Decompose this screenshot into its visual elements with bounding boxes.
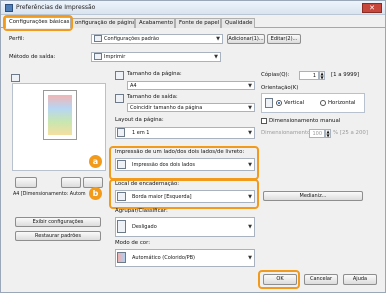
- badge-a: a: [89, 155, 102, 168]
- chevron-down-icon: ▼: [248, 255, 252, 261]
- close-button[interactable]: ✕: [362, 3, 382, 13]
- portrait-radio[interactable]: [276, 100, 282, 106]
- copies-range: [1 a 9999]: [331, 72, 360, 78]
- landscape-radio[interactable]: [320, 100, 326, 106]
- page-size-dropdown[interactable]: A4 ▼: [127, 81, 255, 90]
- copies-label: Cópias(Q):: [261, 72, 290, 78]
- preview-button-1[interactable]: [15, 177, 37, 188]
- print-preferences-window: Preferências de Impressão ✕ Configuraçõe…: [0, 0, 386, 293]
- scaling-stepper[interactable]: ▲ ▼: [325, 129, 331, 138]
- tab-finishing[interactable]: Acabamento: [135, 18, 175, 28]
- page-layout-label: Layout da página:: [115, 117, 164, 123]
- page-size-icon: [115, 71, 124, 80]
- output-method-label: Método de saída:: [9, 54, 56, 60]
- output-method-value: Imprimir: [104, 54, 126, 60]
- orientation-group: Vertical Horizontal: [261, 93, 365, 113]
- profile-dropdown[interactable]: Configurações padrão ▼: [91, 34, 223, 44]
- title-bar: Preferências de Impressão ✕: [1, 1, 385, 15]
- chevron-down-icon: ▼: [248, 224, 252, 230]
- scaling-label: Dimensionamento:: [261, 130, 313, 136]
- color-mode-dropdown[interactable]: Automático (Colorido/PB) ▼: [115, 249, 255, 267]
- landscape-label: Horizontal: [328, 100, 356, 106]
- duplex-icon: [117, 160, 126, 169]
- ok-button[interactable]: OK: [263, 274, 297, 285]
- manual-scaling-label: Dimensionamento manual: [269, 118, 341, 124]
- color-mode-icon: [117, 252, 126, 263]
- output-size-icon: [115, 94, 124, 103]
- preview-content: [48, 95, 72, 135]
- chevron-down-icon: ▼: [248, 162, 252, 168]
- badge-b: b: [89, 187, 102, 200]
- profile-icon: [94, 35, 102, 42]
- add-profile-button[interactable]: Adicionar(1)...: [227, 34, 265, 44]
- chevron-down-icon: ▼: [216, 36, 220, 42]
- page-layout-value: 1 em 1: [132, 130, 150, 136]
- profile-label: Perfil:: [9, 36, 25, 42]
- output-size-dropdown[interactable]: Coincidir tamanho da página ▼: [127, 103, 255, 112]
- binding-icon: [117, 192, 126, 201]
- preview-page: [43, 90, 77, 140]
- help-button[interactable]: Ajuda: [343, 274, 377, 285]
- tab-quality[interactable]: Qualidade: [221, 18, 255, 28]
- chevron-down-icon: ▼: [248, 194, 252, 200]
- output-size-value: Coincidir tamanho da página: [130, 105, 203, 111]
- profile-value: Configurações padrão: [104, 36, 159, 42]
- preview-mode-icon[interactable]: [11, 74, 20, 82]
- color-mode-label: Modo de cor:: [115, 240, 151, 246]
- binding-value: Borda maior [Esquerda]: [132, 194, 192, 200]
- portrait-page-icon: [265, 98, 273, 108]
- page-layout-dropdown[interactable]: 1 em 1 ▼: [115, 127, 255, 139]
- orientation-label: Orientação(K): [261, 85, 299, 91]
- window-title: Preferências de Impressão: [16, 4, 96, 11]
- tab-paper-source[interactable]: Fonte de papel: [175, 18, 221, 28]
- printer-app-icon: [5, 4, 13, 12]
- chevron-down-icon: ▼: [248, 83, 252, 89]
- copies-stepper[interactable]: ▲ ▼: [319, 71, 325, 80]
- page-size-label: Tamanho da página:: [127, 71, 182, 77]
- copies-input[interactable]: 1: [299, 71, 319, 80]
- portrait-label: Vertical: [284, 100, 305, 106]
- margin-button[interactable]: Medianiz...: [263, 191, 363, 201]
- grouping-dropdown[interactable]: Desligado ▼: [115, 217, 255, 237]
- tab-highlight: [3, 15, 73, 31]
- restore-defaults-button[interactable]: Restaurar padrões: [15, 231, 101, 241]
- scaling-range: % [25 a 200]: [333, 130, 368, 136]
- scaling-input[interactable]: 100: [309, 129, 325, 138]
- show-settings-button[interactable]: Exibir configurações: [15, 217, 101, 227]
- preview-button-2[interactable]: [61, 177, 81, 188]
- duplex-dropdown[interactable]: Impressão dos dois lados ▼: [115, 158, 255, 171]
- chevron-down-icon: ▼: [214, 54, 218, 60]
- printer-icon: [94, 53, 102, 60]
- chevron-down-icon: ▼: [248, 105, 252, 111]
- output-size-label: Tamanho de saída:: [127, 94, 178, 100]
- grouping-icon: [117, 220, 126, 233]
- tab-page-setup[interactable]: onfiguração de página: [71, 18, 135, 28]
- grouping-label: Agrupar/Classificar:: [115, 208, 168, 214]
- binding-dropdown[interactable]: Borda maior [Esquerda] ▼: [115, 190, 255, 203]
- grouping-value: Desligado: [132, 224, 157, 230]
- preview-caption: A4 [Dimensionamento: Autom: [13, 192, 86, 197]
- binding-label: Local de encadernação:: [115, 181, 180, 187]
- color-mode-value: Automático (Colorido/PB): [132, 255, 195, 261]
- layout-icon: [117, 128, 125, 137]
- chevron-down-icon: ▼: [248, 130, 252, 136]
- cancel-button[interactable]: Cancelar: [304, 274, 338, 285]
- duplex-value: Impressão dos dois lados: [132, 162, 195, 168]
- output-method-dropdown[interactable]: Imprimir ▼: [91, 52, 221, 62]
- edit-profile-button[interactable]: Editar(2)...: [267, 34, 301, 44]
- duplex-label: Impressão de um lado/dos dois lados/de l…: [115, 149, 245, 155]
- manual-scaling-checkbox[interactable]: [261, 118, 267, 124]
- page-size-value: A4: [130, 83, 137, 89]
